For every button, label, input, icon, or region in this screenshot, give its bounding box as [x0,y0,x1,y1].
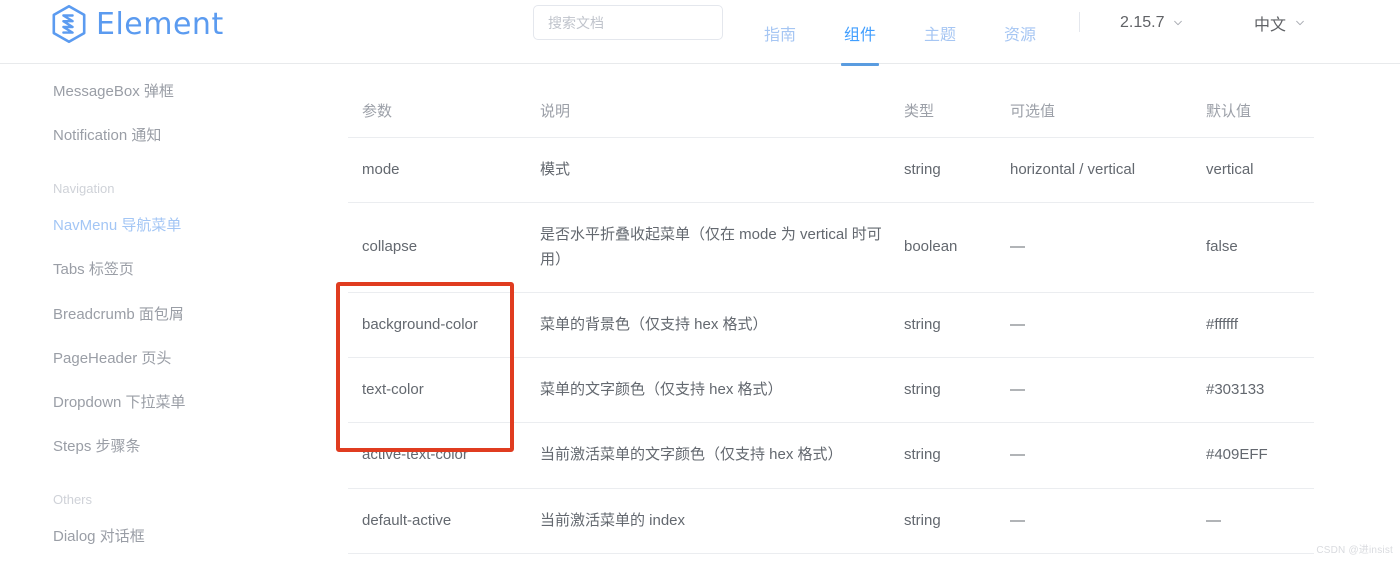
sidebar-item-notification[interactable]: Notification 通知 [53,124,161,145]
column-header-desc: 说明 [540,82,904,138]
cell-param: text-color [348,357,540,424]
site-header: Element 指南 组件 主题 资源 2.15.7 中文 [0,0,1400,64]
table-row: collapse 是否水平折叠收起菜单（仅在 mode 为 vertical 时… [348,202,1314,293]
cell-default: #303133 [1206,357,1314,424]
chevron-down-icon [1173,18,1183,28]
cell-options: — [1010,488,1206,555]
site-logo[interactable]: Element [50,4,224,44]
logo-text: Element [96,6,224,42]
sidebar-group-navigation: Navigation [53,181,115,196]
table-row: active-text-color 当前激活菜单的文字颜色（仅支持 hex 格式… [348,422,1314,489]
element-hexagon-logo-icon [50,4,88,44]
cell-param: background-color [348,292,540,359]
tab-theme[interactable]: 主题 [900,0,980,64]
sidebar-group-others: Others [53,492,93,507]
sidebar-item-steps[interactable]: Steps 步骤条 [53,435,141,456]
sidebar-item-tabs[interactable]: Tabs 标签页 [53,258,134,279]
sidebar-item-dropdown[interactable]: Dropdown 下拉菜单 [53,391,186,412]
search-input[interactable] [548,14,708,31]
sidebar: MessageBox 弹框 Notification 通知 Navigation… [0,64,330,561]
tab-guide[interactable]: 指南 [740,0,820,64]
cell-default: false [1206,202,1314,293]
cell-desc: 模式 [540,137,904,204]
cell-type: boolean [904,202,1010,293]
sidebar-item-breadcrumb[interactable]: Breadcrumb 面包屑 [53,303,184,324]
chevron-down-icon [1295,18,1305,28]
cell-default: #409EFF [1206,422,1314,489]
cell-type: string [904,137,1010,204]
cell-default: — [1206,488,1314,555]
cell-default: — [1206,554,1314,561]
top-navigation: 指南 组件 主题 资源 [740,0,1060,64]
cell-desc: 当前打开的 sub-menu 的 index 的数组 [540,554,904,561]
cell-param: mode [348,137,540,204]
sidebar-item-navmenu[interactable]: NavMenu 导航菜单 [53,214,181,235]
cell-desc: 菜单的背景色（仅支持 hex 格式） [540,292,904,359]
cell-param: default-openeds [348,554,540,561]
cell-desc: 当前激活菜单的文字颜色（仅支持 hex 格式） [540,422,904,489]
table-row: default-active 当前激活菜单的 index string — — [348,488,1314,555]
column-header-param: 参数 [348,82,540,138]
api-table-container: 参数 说明 类型 可选值 默认值 mode 模式 string horizont… [348,82,1314,561]
cell-desc: 菜单的文字颜色（仅支持 hex 格式） [540,357,904,424]
cell-type: string [904,488,1010,555]
sidebar-item-pageheader[interactable]: PageHeader 页头 [53,347,171,368]
cell-type: string [904,357,1010,424]
cell-options: — [1010,202,1206,293]
header-divider [1079,12,1080,32]
column-header-default: 默认值 [1206,82,1314,138]
search-box[interactable] [533,5,723,40]
tab-components[interactable]: 组件 [820,0,900,64]
table-row: default-openeds 当前打开的 sub-menu 的 index 的… [348,554,1314,561]
cell-options: — [1010,357,1206,424]
sidebar-item-messagebox[interactable]: MessageBox 弹框 [53,80,174,101]
column-header-type: 类型 [904,82,1010,138]
cell-options: — [1010,292,1206,359]
table-row: mode 模式 string horizontal / vertical ver… [348,137,1314,204]
cell-options: — [1010,554,1206,561]
cell-desc: 当前激活菜单的 index [540,488,904,555]
cell-type: string [904,422,1010,489]
cell-default: #ffffff [1206,292,1314,359]
cell-options: horizontal / vertical [1010,137,1206,204]
page-root: Element 指南 组件 主题 资源 2.15.7 中文 [0,0,1400,561]
version-select[interactable]: 2.15.7 [1120,0,1183,46]
version-label: 2.15.7 [1120,14,1165,31]
cell-param: default-active [348,488,540,555]
column-header-options: 可选值 [1010,82,1206,138]
cell-param: active-text-color [348,422,540,489]
cell-desc: 是否水平折叠收起菜单（仅在 mode 为 vertical 时可用） [540,202,904,293]
table-header-row: 参数 说明 类型 可选值 默认值 [348,82,1314,138]
cell-options: — [1010,422,1206,489]
cell-type: Array [904,554,1010,561]
language-select[interactable]: 中文 [1254,0,1305,46]
table-head: 参数 说明 类型 可选值 默认值 [348,82,1314,138]
api-attributes-table: 参数 说明 类型 可选值 默认值 mode 模式 string horizont… [348,82,1314,561]
csdn-watermark: CSDN @进insist [1316,545,1393,556]
tab-resources[interactable]: 资源 [980,0,1060,64]
table-row: text-color 菜单的文字颜色（仅支持 hex 格式） string — … [348,357,1314,424]
cell-type: string [904,292,1010,359]
table-body: mode 模式 string horizontal / vertical ver… [348,137,1314,561]
table-row: background-color 菜单的背景色（仅支持 hex 格式） stri… [348,292,1314,359]
cell-param: collapse [348,202,540,293]
sidebar-item-dialog[interactable]: Dialog 对话框 [53,525,145,546]
cell-default: vertical [1206,137,1314,204]
language-label: 中文 [1254,17,1287,34]
